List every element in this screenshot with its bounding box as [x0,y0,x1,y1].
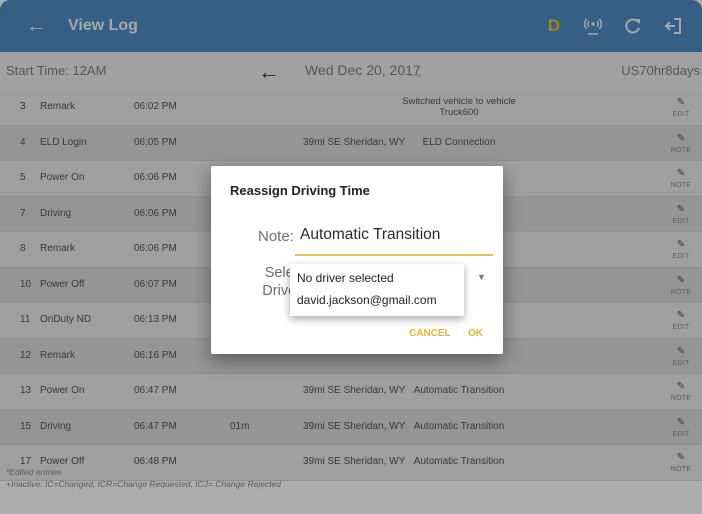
note-input-underline [295,254,493,256]
driver-option-none[interactable]: No driver selected [297,271,394,285]
cancel-button[interactable]: CANCEL [409,328,451,339]
dialog-title: Reassign Driving Time [230,183,370,198]
reassign-driving-time-dialog: Reassign Driving Time Note: Automatic Tr… [211,166,503,354]
driver-option-email[interactable]: david.jackson@gmail.com [297,293,437,307]
ok-button[interactable]: OK [468,328,483,339]
driver-dropdown-menu: No driver selected david.jackson@gmail.c… [290,264,464,316]
note-label: Note: [258,228,294,245]
view-log-screen: ← View Log D Start Time: 12AM ← Wed Dec … [0,0,702,514]
note-input[interactable]: Automatic Transition [300,226,440,244]
dropdown-caret-icon[interactable]: ▼ [477,272,486,282]
